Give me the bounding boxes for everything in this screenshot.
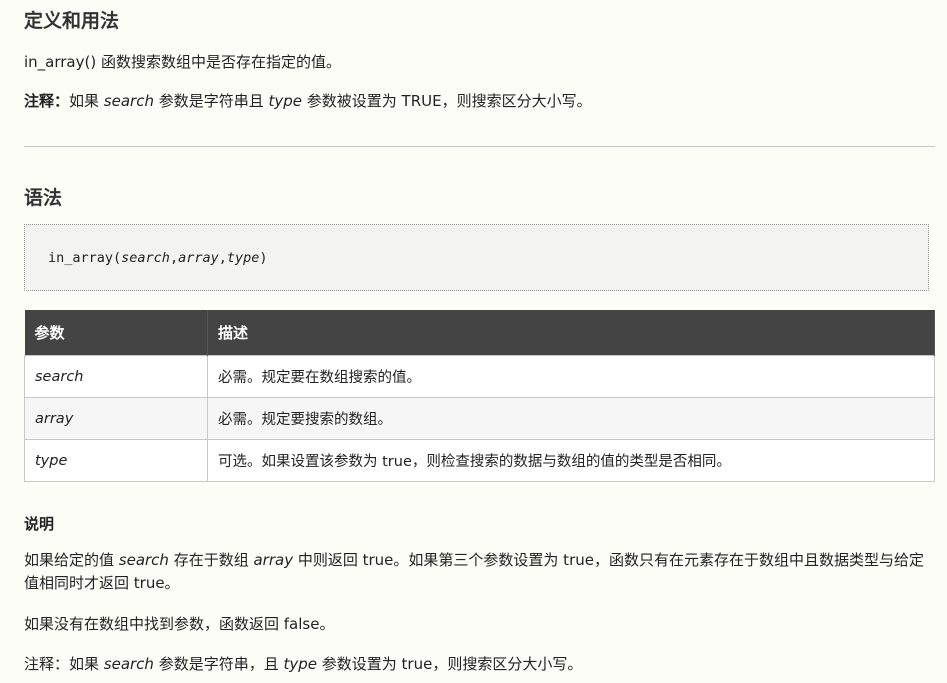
desc-note-search-term: search	[103, 655, 154, 673]
param-name: array	[24, 397, 208, 440]
syntax-heading: 语法	[24, 187, 63, 209]
note-type-term: type	[268, 92, 303, 110]
param-name: type	[24, 439, 208, 482]
table-row: array 必需。规定要搜索的数组。	[24, 397, 935, 440]
definition-note: 注释：如果 search 参数是字符串且 type 参数被设置为 TRUE，则搜…	[24, 90, 592, 111]
description-paragraph-2: 如果没有在数组中找到参数，函数返回 false。	[24, 615, 335, 633]
table-row: search 必需。规定要在数组搜索的值。	[24, 355, 935, 398]
description-heading: 说明	[24, 515, 55, 533]
code-sep-2: ,	[218, 250, 227, 266]
code-fn: in_array(	[48, 250, 122, 266]
param-name: search	[24, 355, 208, 398]
desc-note-text-2: 参数是字符串，且	[153, 655, 284, 673]
param-desc: 必需。规定要搜索的数组。	[207, 397, 935, 440]
description-paragraph-1: 如果给定的值 search 存在于数组 array 中则返回 true。如果第三…	[24, 549, 935, 595]
desc-note-type-term: type	[283, 655, 317, 673]
section-divider	[24, 146, 935, 147]
desc-text-1: 如果给定的值	[24, 551, 119, 569]
code-sep-1: ,	[169, 250, 179, 266]
code-arg-array: array	[178, 250, 219, 266]
desc-search-term: search	[118, 551, 169, 569]
desc-note-text-1: 注释：如果	[24, 655, 104, 673]
header-param: 参数	[24, 310, 208, 356]
note-text-2: 参数是字符串且	[153, 92, 269, 110]
syntax-code: in_array(search,array,type)	[48, 250, 268, 266]
parameters-table: 参数 描述 search 必需。规定要在数组搜索的值。 array 必需。规定要…	[24, 310, 935, 482]
description-paragraph-3: 注释：如果 search 参数是字符串，且 type 参数设置为 true，则搜…	[24, 653, 582, 674]
code-arg-type: type	[226, 250, 260, 266]
desc-text-2: 存在于数组	[168, 551, 254, 569]
header-desc: 描述	[207, 310, 935, 356]
code-arg-search: search	[121, 250, 170, 266]
definition-intro: in_array() 函数搜索数组中是否存在指定的值。	[24, 53, 341, 71]
definition-heading: 定义和用法	[24, 10, 120, 32]
desc-array-term: array	[253, 551, 294, 569]
table-header-row: 参数 描述	[24, 310, 935, 356]
param-desc: 必需。规定要在数组搜索的值。	[207, 355, 935, 398]
desc-note-text-3: 参数设置为 true，则搜索区分大小写。	[317, 655, 583, 673]
param-desc: 可选。如果设置该参数为 true，则检查搜索的数据与数组的值的类型是否相同。	[207, 439, 935, 482]
note-text-3: 参数被设置为 TRUE，则搜索区分大小写。	[302, 92, 592, 110]
note-search-term: search	[103, 92, 154, 110]
note-text-1: 如果	[69, 92, 104, 110]
note-label: 注释：	[24, 92, 70, 110]
code-close: )	[259, 250, 268, 266]
syntax-code-box: in_array(search,array,type)	[24, 224, 929, 291]
table-row: type 可选。如果设置该参数为 true，则检查搜索的数据与数组的值的类型是否…	[24, 439, 935, 482]
